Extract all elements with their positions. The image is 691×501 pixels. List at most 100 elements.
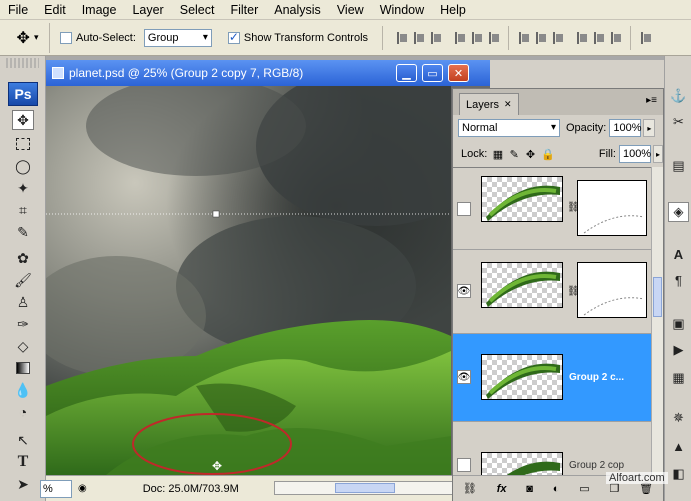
layer-row-selected[interactable]: 👁 Group 2 c... xyxy=(453,334,651,422)
ps-logo[interactable]: Ps xyxy=(8,82,38,106)
zoom-field[interactable]: % xyxy=(40,479,72,498)
horizontal-scrollbar[interactable] xyxy=(274,481,464,495)
fill-slider-arrow[interactable]: ▸ xyxy=(652,145,664,163)
show-transform-checkbox[interactable] xyxy=(227,30,240,44)
panel-menu-icon[interactable]: ▸≡ xyxy=(646,95,657,106)
link-icon[interactable]: ⛓ xyxy=(463,482,477,495)
align-bottom-icon[interactable] xyxy=(428,29,443,47)
auto-select-dropdown[interactable]: Group xyxy=(143,28,212,47)
crop-tool[interactable]: ⌗ xyxy=(12,200,34,220)
dodge-tool[interactable]: ◔ xyxy=(12,402,34,422)
align-right-icon[interactable] xyxy=(486,29,501,47)
group-icon[interactable]: ▭ xyxy=(579,482,589,495)
lock-position-icon[interactable]: ✥ xyxy=(525,147,536,161)
channels-icon[interactable]: ◧ xyxy=(668,464,689,484)
path-selection-tool[interactable]: ↖ xyxy=(12,430,34,450)
styles-icon[interactable]: ✵ xyxy=(668,408,689,428)
slice-tool[interactable]: ✎ xyxy=(12,222,34,242)
menu-layer[interactable]: Layer xyxy=(124,0,171,20)
planet-artwork: ✥ xyxy=(46,86,451,475)
navigator-icon[interactable]: ⚓ xyxy=(668,86,689,106)
lock-all-icon[interactable]: 🔒 xyxy=(541,147,555,161)
blur-tool[interactable]: 💧 xyxy=(12,380,34,400)
fill-field[interactable]: 100% xyxy=(618,145,651,163)
move-icon: ✥ xyxy=(17,111,29,128)
minimize-button[interactable]: ▁ xyxy=(396,64,417,82)
menu-help[interactable]: Help xyxy=(432,0,474,20)
distribute-top-icon[interactable] xyxy=(516,29,531,47)
history-brush-tool[interactable]: ✑ xyxy=(12,314,34,334)
magic-wand-tool[interactable]: ✦ xyxy=(12,178,34,198)
menu-image[interactable]: Image xyxy=(74,0,125,20)
maximize-button[interactable]: ▭ xyxy=(422,64,443,82)
lasso-tool[interactable]: ◯ xyxy=(12,156,34,176)
tab-layers[interactable]: Layers ✕ xyxy=(459,93,519,115)
adjustment-icon[interactable]: ◐ xyxy=(553,483,560,495)
eye-icon[interactable]: 👁 xyxy=(457,284,471,298)
status-menu-icon[interactable]: ◉ xyxy=(78,483,87,494)
fx-icon[interactable]: fx xyxy=(497,483,507,495)
document-title-bar[interactable]: planet.psd @ 25% (Group 2 copy 7, RGB/8)… xyxy=(46,60,490,86)
menu-window[interactable]: Window xyxy=(372,0,432,20)
character-icon[interactable]: A xyxy=(668,244,689,264)
toolbox-grip[interactable] xyxy=(6,58,39,68)
menu-file[interactable]: File xyxy=(0,0,36,20)
type-tool[interactable]: T xyxy=(12,452,34,472)
layer-mask-thumbnail[interactable] xyxy=(577,262,647,318)
scroll-thumb[interactable] xyxy=(335,483,395,493)
tool-preset-picker[interactable]: ✥ ▾ xyxy=(6,22,50,53)
auto-select-checkbox[interactable] xyxy=(60,31,72,44)
move-tool[interactable]: ✥ xyxy=(12,110,34,130)
distribute-left-icon[interactable] xyxy=(574,29,589,47)
image-canvas[interactable]: ✥ xyxy=(46,86,451,475)
menu-select[interactable]: Select xyxy=(172,0,223,20)
opacity-slider-arrow[interactable]: ▸ xyxy=(643,119,656,137)
visibility-toggle[interactable] xyxy=(457,458,471,472)
menu-analysis[interactable]: Analysis xyxy=(266,0,329,20)
eye-icon[interactable]: 👁 xyxy=(457,370,471,384)
distribute-right-icon[interactable] xyxy=(608,29,623,47)
gradient-tool[interactable] xyxy=(12,358,34,378)
close-icon[interactable]: ✕ xyxy=(504,99,512,110)
tools-icon[interactable]: ✂ xyxy=(668,112,689,132)
document-size[interactable]: Doc: 25.0M/703.9M xyxy=(143,483,239,495)
align-left-icon[interactable] xyxy=(452,29,467,47)
menu-view[interactable]: View xyxy=(329,0,372,20)
actions-icon[interactable]: ▶ xyxy=(668,340,689,360)
paragraph-icon[interactable]: ¶ xyxy=(668,270,689,290)
stamp-tool[interactable]: ♙ xyxy=(12,292,34,312)
magic-wand-icon: ✦ xyxy=(17,179,29,196)
healing-tool[interactable]: ✿ xyxy=(12,248,34,268)
auto-align-icon[interactable] xyxy=(638,29,653,47)
menu-filter[interactable]: Filter xyxy=(222,0,266,20)
lock-pixels-icon[interactable]: ✎ xyxy=(509,147,520,161)
layers-icon[interactable]: ◈ xyxy=(668,202,689,222)
align-hcenter-icon[interactable] xyxy=(469,29,484,47)
scroll-thumb[interactable] xyxy=(653,277,662,317)
align-top-icon[interactable] xyxy=(394,29,409,47)
eraser-tool[interactable]: ◇ xyxy=(12,336,34,356)
blend-mode-dropdown[interactable]: Normal xyxy=(458,119,560,137)
menu-edit[interactable]: Edit xyxy=(36,0,74,20)
opacity-field[interactable]: 100% xyxy=(609,119,642,137)
layer-row[interactable]: ⛓ xyxy=(453,168,651,250)
brush-tool[interactable]: 🖌 xyxy=(12,270,34,290)
layer-mask-thumbnail[interactable] xyxy=(577,180,647,236)
mask-icon[interactable]: ◙ xyxy=(526,483,533,495)
marquee-tool[interactable] xyxy=(12,134,34,154)
history-icon[interactable]: ▤ xyxy=(668,156,689,176)
lock-transparency-icon[interactable]: ▦ xyxy=(492,147,503,161)
layer-row[interactable]: Group 2 cop xyxy=(453,422,651,475)
distribute-hcenter-icon[interactable] xyxy=(591,29,606,47)
layers-scrollbar[interactable] xyxy=(651,167,663,475)
close-button[interactable]: ✕ xyxy=(448,64,469,82)
swatches-icon[interactable]: ▦ xyxy=(668,368,689,388)
align-vcenter-icon[interactable] xyxy=(411,29,426,47)
layer-row[interactable]: 👁 ⛓ xyxy=(453,250,651,334)
info-icon[interactable]: ▣ xyxy=(668,314,689,334)
histogram-icon[interactable]: ▲ xyxy=(668,436,689,456)
distribute-vcenter-icon[interactable] xyxy=(533,29,548,47)
distribute-bottom-icon[interactable] xyxy=(550,29,565,47)
visibility-toggle[interactable] xyxy=(457,202,471,216)
direct-selection-tool[interactable]: ➤ xyxy=(12,474,34,494)
